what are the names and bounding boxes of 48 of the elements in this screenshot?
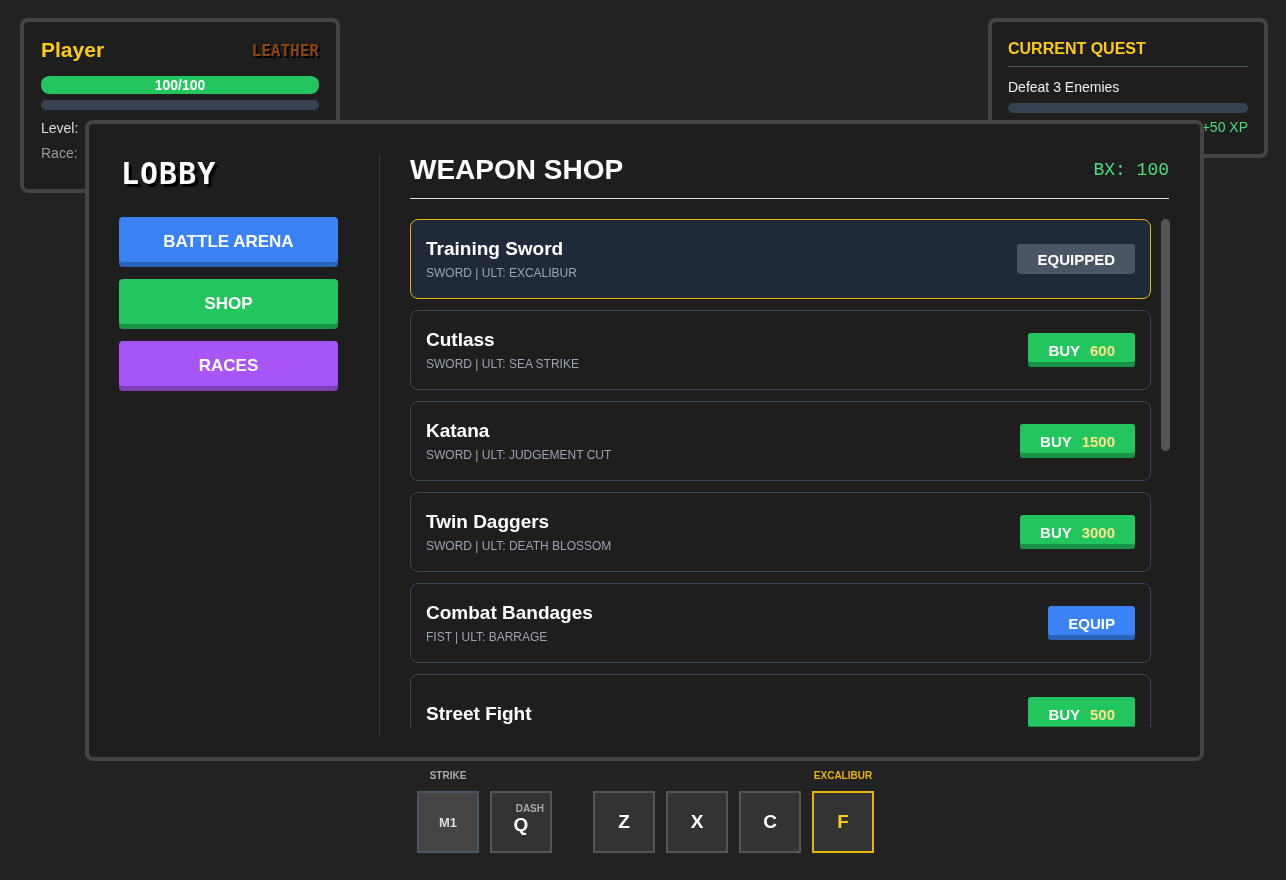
scrollbar-thumb[interactable] xyxy=(1161,219,1170,451)
player-name: Player xyxy=(41,38,105,62)
weapon-info: FIST | ULT: BARRAGE xyxy=(426,630,549,644)
weapon-card[interactable]: Street Fight BUY 500 xyxy=(410,674,1151,727)
ability-slot[interactable]: C xyxy=(739,791,801,853)
ability-slot[interactable]: X xyxy=(666,791,728,853)
key-label: F xyxy=(837,811,849,833)
weapon-info: SWORD | ULT: EXCALIBUR xyxy=(426,266,577,280)
ability-name: EXCALIBUR xyxy=(813,770,873,781)
quest-reward: +50 XP xyxy=(1200,119,1248,135)
key-label: C xyxy=(763,811,777,833)
shop-title: WEAPON SHOP xyxy=(410,154,624,186)
lobby-title: LOBBY xyxy=(121,156,218,191)
ability-slot[interactable]: Z xyxy=(593,791,655,853)
weapon-info: SWORD | ULT: JUDGEMENT CUT xyxy=(426,448,612,462)
tier-label: LEATHER xyxy=(251,40,319,60)
weapon-card[interactable]: Combat Bandages FIST | ULT: BARRAGE EQUIP xyxy=(410,583,1151,663)
equipped-button[interactable]: EQUIPPED xyxy=(1017,244,1135,274)
weapon-card[interactable]: Cutlass SWORD | ULT: SEA STRIKE BUY 600 xyxy=(410,310,1151,390)
key-label: Z xyxy=(618,811,630,833)
nav-button[interactable]: RACES xyxy=(119,341,338,391)
weapon-name: Combat Bandages xyxy=(426,602,593,624)
race-label: Race: xyxy=(41,145,78,161)
weapon-name: Cutlass xyxy=(426,329,496,351)
level-label: Level: xyxy=(41,120,79,136)
ability-slot[interactable]: DASH Q xyxy=(490,791,552,853)
ability-slot[interactable]: F xyxy=(812,791,874,853)
weapon-info: SWORD | ULT: SEA STRIKE xyxy=(426,357,579,371)
key-label: Q xyxy=(513,813,529,836)
nav-button[interactable]: BATTLE ARENA xyxy=(119,217,338,267)
weapon-info: SWORD | ULT: DEATH BLOSSOM xyxy=(426,539,612,553)
health-text: 100/100 xyxy=(153,76,207,94)
balance-text: BX: 100 xyxy=(1093,160,1169,180)
weapon-card[interactable]: Katana SWORD | ULT: JUDGEMENT CUT BUY 1500 xyxy=(410,401,1151,481)
ability-name: DASH xyxy=(515,802,544,814)
ability-name: STRIKE xyxy=(429,770,467,781)
weapon-card[interactable]: Twin Daggers SWORD | ULT: DEATH BLOSSOM BUY 3000 xyxy=(410,492,1151,572)
equip-button[interactable]: EQUIP xyxy=(1048,606,1135,640)
weapon-name: Street Fight xyxy=(426,703,532,725)
key-label: X xyxy=(690,811,704,833)
weapon-name: Twin Daggers xyxy=(426,511,551,533)
weapon-card[interactable]: Training Sword SWORD | ULT: EXCALIBUR EQUIPPED xyxy=(410,219,1151,299)
weapon-name: Katana xyxy=(426,420,491,442)
quest-title: CURRENT QUEST xyxy=(1008,40,1248,67)
weapon-name: Training Sword xyxy=(426,238,565,260)
quest-task: Defeat 3 Enemies xyxy=(1008,79,1121,95)
key-label: M1 xyxy=(438,814,458,830)
ability-slot[interactable]: M1 xyxy=(417,791,479,853)
